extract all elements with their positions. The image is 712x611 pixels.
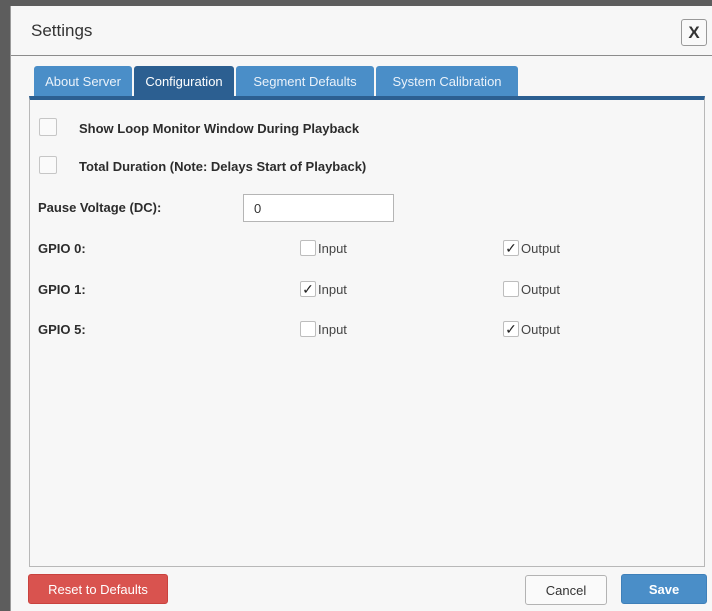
checkmark-icon: ✓ bbox=[505, 321, 517, 337]
gpio-1-output-label: Output bbox=[521, 282, 561, 297]
checkmark-icon: ✓ bbox=[505, 240, 517, 256]
gpio-1-input-label: Input bbox=[318, 282, 347, 297]
gpio-0-input-checkbox[interactable] bbox=[300, 240, 316, 256]
total-duration-label: Total Duration (Note: Delays Start of Pl… bbox=[79, 159, 367, 174]
tab-label: System Calibration bbox=[392, 74, 502, 89]
save-button[interactable]: Save bbox=[621, 574, 707, 604]
gpio-5-label: GPIO 5: bbox=[38, 322, 86, 337]
configuration-panel: Show Loop Monitor Window During Playback… bbox=[29, 96, 705, 567]
tab-segment-defaults[interactable]: Segment Defaults bbox=[236, 66, 374, 97]
reset-to-defaults-button[interactable]: Reset to Defaults bbox=[28, 574, 168, 604]
gpio-5-input-label: Input bbox=[318, 322, 347, 337]
gpio-5-output-checkbox[interactable]: ✓ bbox=[503, 321, 519, 337]
gpio-1-output-checkbox[interactable] bbox=[503, 281, 519, 297]
total-duration-checkbox[interactable] bbox=[39, 156, 57, 174]
settings-dialog: Settings X About Server Configuration Se… bbox=[10, 6, 712, 611]
pause-voltage-label: Pause Voltage (DC): bbox=[38, 200, 162, 215]
gpio-5-input-checkbox[interactable] bbox=[300, 321, 316, 337]
pause-voltage-input[interactable] bbox=[243, 194, 394, 222]
dialog-title: Settings bbox=[31, 21, 93, 40]
gpio-0-output-label: Output bbox=[521, 241, 561, 256]
gpio-1-input-checkbox[interactable]: ✓ bbox=[300, 281, 316, 297]
gpio-0-output-checkbox[interactable]: ✓ bbox=[503, 240, 519, 256]
tab-label: About Server bbox=[45, 74, 121, 89]
tab-label: Configuration bbox=[145, 74, 223, 89]
loop-monitor-label: Show Loop Monitor Window During Playback bbox=[79, 121, 360, 136]
gpio-0-label: GPIO 0: bbox=[38, 241, 86, 256]
close-icon: X bbox=[688, 22, 700, 42]
tab-label: Segment Defaults bbox=[253, 74, 357, 89]
cancel-button[interactable]: Cancel bbox=[525, 575, 607, 605]
dialog-titlebar: Settings X bbox=[11, 6, 712, 56]
close-button[interactable]: X bbox=[681, 19, 707, 46]
checkmark-icon: ✓ bbox=[302, 281, 314, 297]
gpio-1-label: GPIO 1: bbox=[38, 282, 86, 297]
gpio-5-output-label: Output bbox=[521, 322, 561, 337]
loop-monitor-checkbox[interactable] bbox=[39, 118, 57, 136]
tab-system-calibration[interactable]: System Calibration bbox=[376, 66, 518, 97]
gpio-0-input-label: Input bbox=[318, 241, 347, 256]
tab-about-server[interactable]: About Server bbox=[34, 66, 132, 97]
tab-configuration[interactable]: Configuration bbox=[134, 66, 234, 97]
